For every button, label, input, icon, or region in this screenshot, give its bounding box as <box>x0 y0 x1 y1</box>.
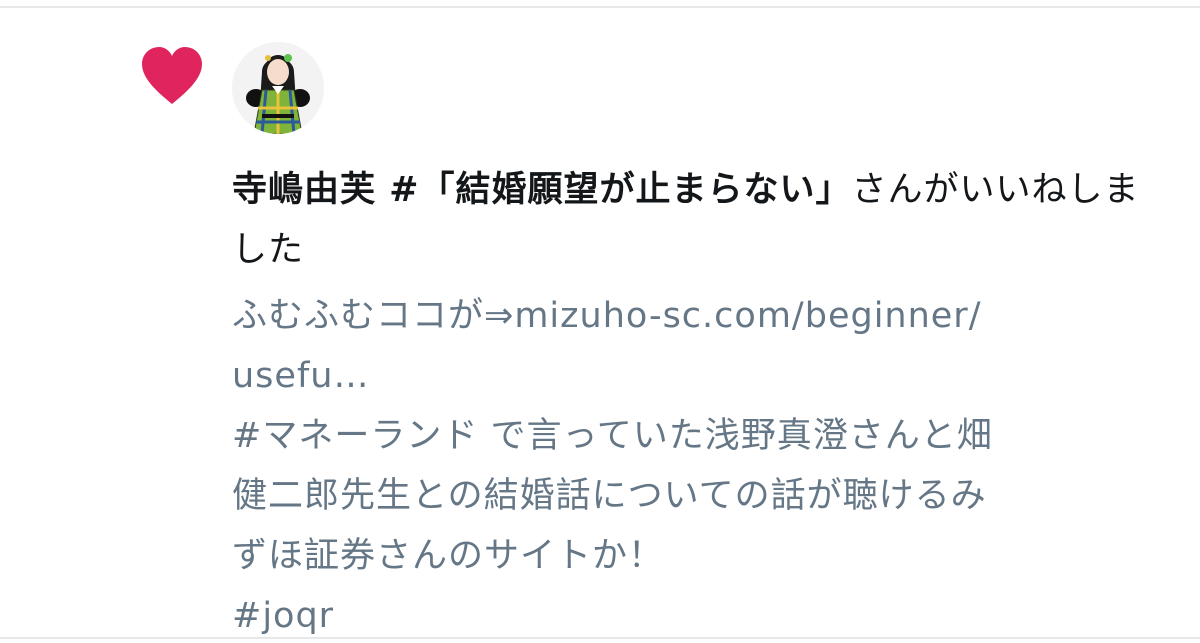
notification-card[interactable]: 寺嶋由芙 #「結婚願望が止まらない」さんがいいねしました ふむふむココが⇒miz… <box>0 0 1200 643</box>
avatar-image <box>232 42 324 134</box>
tweet-line: ふむふむココが⇒mizuho-sc.com/beginner/ <box>232 296 982 336</box>
tweet-text[interactable]: ふむふむココが⇒mizuho-sc.com/beginner/ usefu… #… <box>232 286 1152 643</box>
tweet-line: #joqr <box>232 596 335 636</box>
tweet-line: ずほ証券さんのサイトか！ <box>232 536 665 576</box>
tweet-line: 健二郎先生との結婚話についての話が聴けるみ <box>232 476 987 516</box>
top-divider <box>0 6 1200 8</box>
notification-content: 寺嶋由芙 #「結婚願望が止まらない」さんがいいねしました ふむふむココが⇒miz… <box>232 160 1152 643</box>
bottom-divider <box>0 637 1200 639</box>
notification-headline: 寺嶋由芙 #「結婚願望が止まらない」さんがいいねしました <box>232 160 1152 280</box>
tweet-line: #マネーランド で言っていた浅野真澄さんと畑 <box>232 416 993 456</box>
user-name[interactable]: 寺嶋由芙 #「結婚願望が止まらない」 <box>232 170 852 210</box>
tweet-line: usefu… <box>232 356 370 396</box>
heart-icon <box>142 47 202 104</box>
user-avatar[interactable] <box>232 42 324 134</box>
